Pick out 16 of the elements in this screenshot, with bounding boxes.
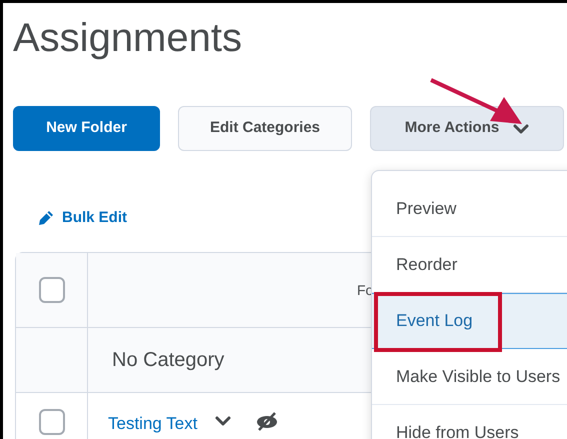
checkbox[interactable]: [38, 277, 64, 303]
toolbar-button[interactable]: New Folder: [13, 106, 160, 151]
menu-item[interactable]: Make Visible to Users: [372, 349, 567, 405]
assignment-link[interactable]: Testing Text: [108, 411, 198, 436]
page-title: Assignments: [13, 15, 243, 62]
chevron-down-icon: [215, 416, 232, 426]
category-label: No Category: [112, 348, 224, 373]
bulk-edit-link[interactable]: Bulk Edit: [62, 206, 128, 230]
toolbar-button[interactable]: Edit Categories: [178, 106, 352, 151]
menu-item[interactable]: Hide from Users: [372, 405, 567, 439]
chevron-down-icon: [513, 124, 530, 134]
menu-item[interactable]: Preview: [372, 181, 567, 237]
checkbox[interactable]: [38, 409, 64, 435]
more-actions-button[interactable]: More Actions: [370, 106, 564, 151]
menu-item[interactable]: Event Log: [372, 293, 567, 349]
pencil-icon: [36, 208, 56, 228]
